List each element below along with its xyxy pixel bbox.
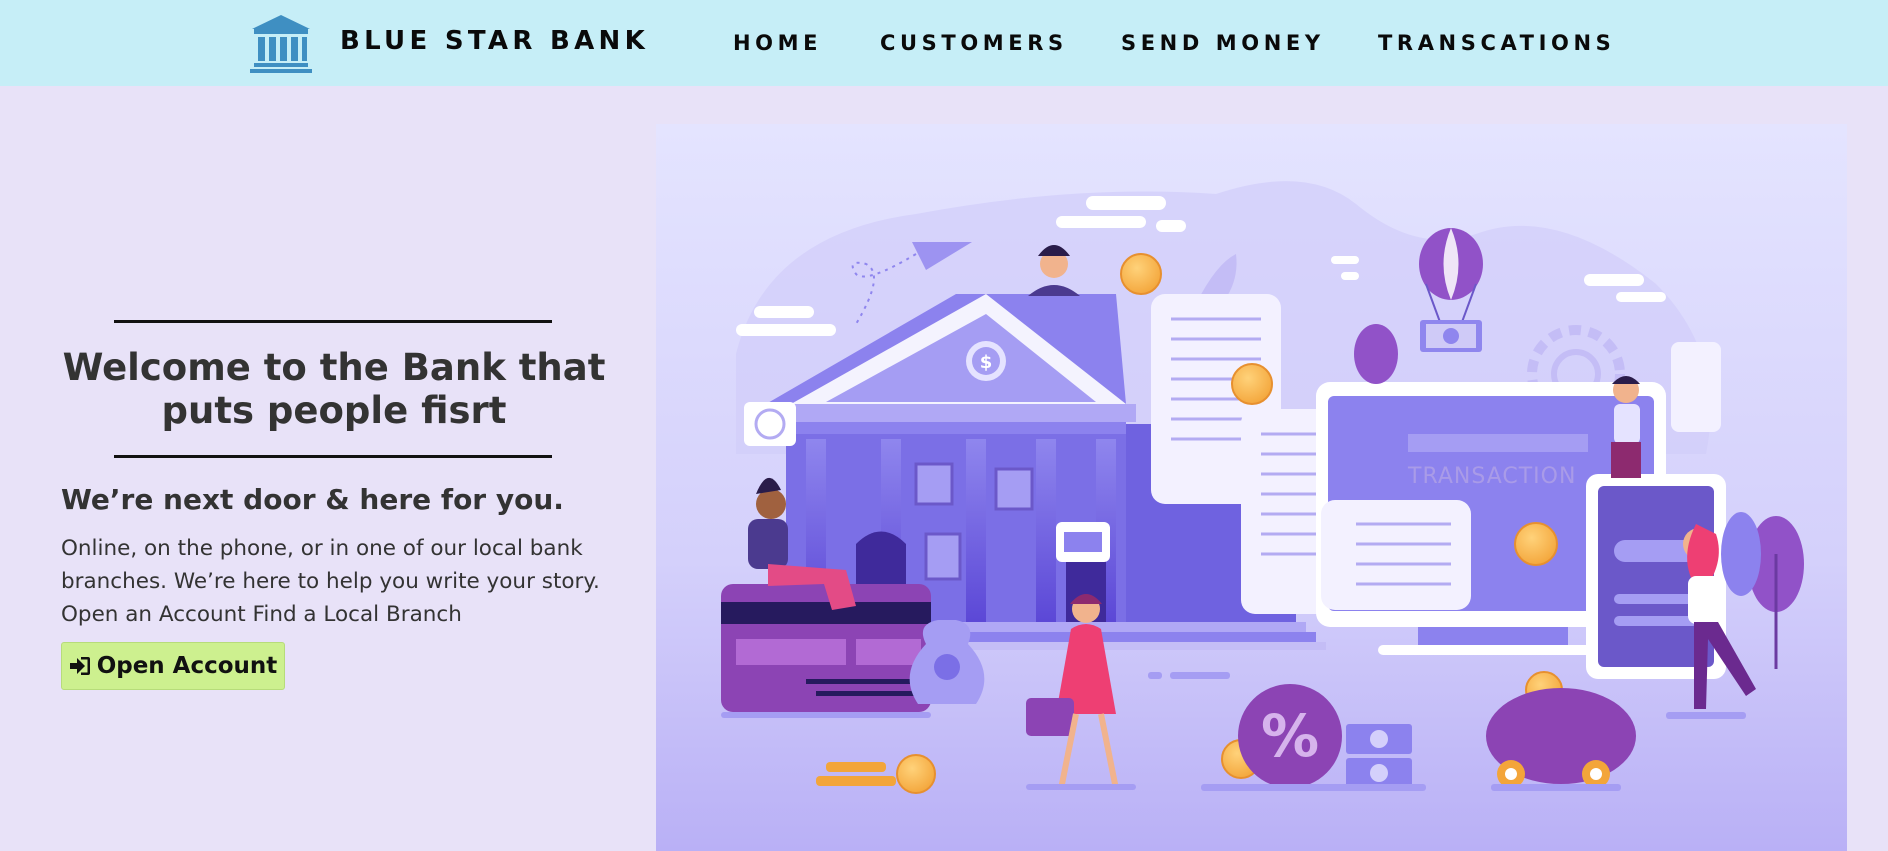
bank-building-icon [250, 15, 312, 73]
nav-customers[interactable]: CUSTOMERS [880, 31, 1068, 55]
title-top-rule [114, 320, 552, 323]
nav-home[interactable]: HOME [733, 31, 822, 55]
svg-text:$: $ [980, 352, 993, 373]
sign-in-icon [69, 657, 90, 675]
nav-send-money[interactable]: SEND MONEY [1121, 31, 1325, 55]
brand-name: BLUE STAR BANK [340, 26, 650, 56]
hero-body-text: Online, on the phone, or in one of our l… [61, 536, 600, 627]
svg-text:%: % [1261, 702, 1319, 770]
navbar: BLUE STAR BANK HOME CUSTOMERS SEND MONEY… [0, 0, 1888, 86]
open-account-label: Open Account [96, 653, 278, 679]
hero-subheading: We’re next door & here for you. [61, 483, 564, 516]
monitor-transaction-text: TRANSACTION [1407, 464, 1576, 489]
hero-illustration: $ TRANSACTION % [656, 124, 1847, 851]
nav-transactions[interactable]: TRANSCATIONS [1378, 31, 1615, 55]
hero-title: Welcome to the Bank that puts people fis… [62, 346, 606, 432]
title-bottom-rule [114, 455, 552, 458]
open-account-button[interactable]: Open Account [61, 642, 285, 690]
